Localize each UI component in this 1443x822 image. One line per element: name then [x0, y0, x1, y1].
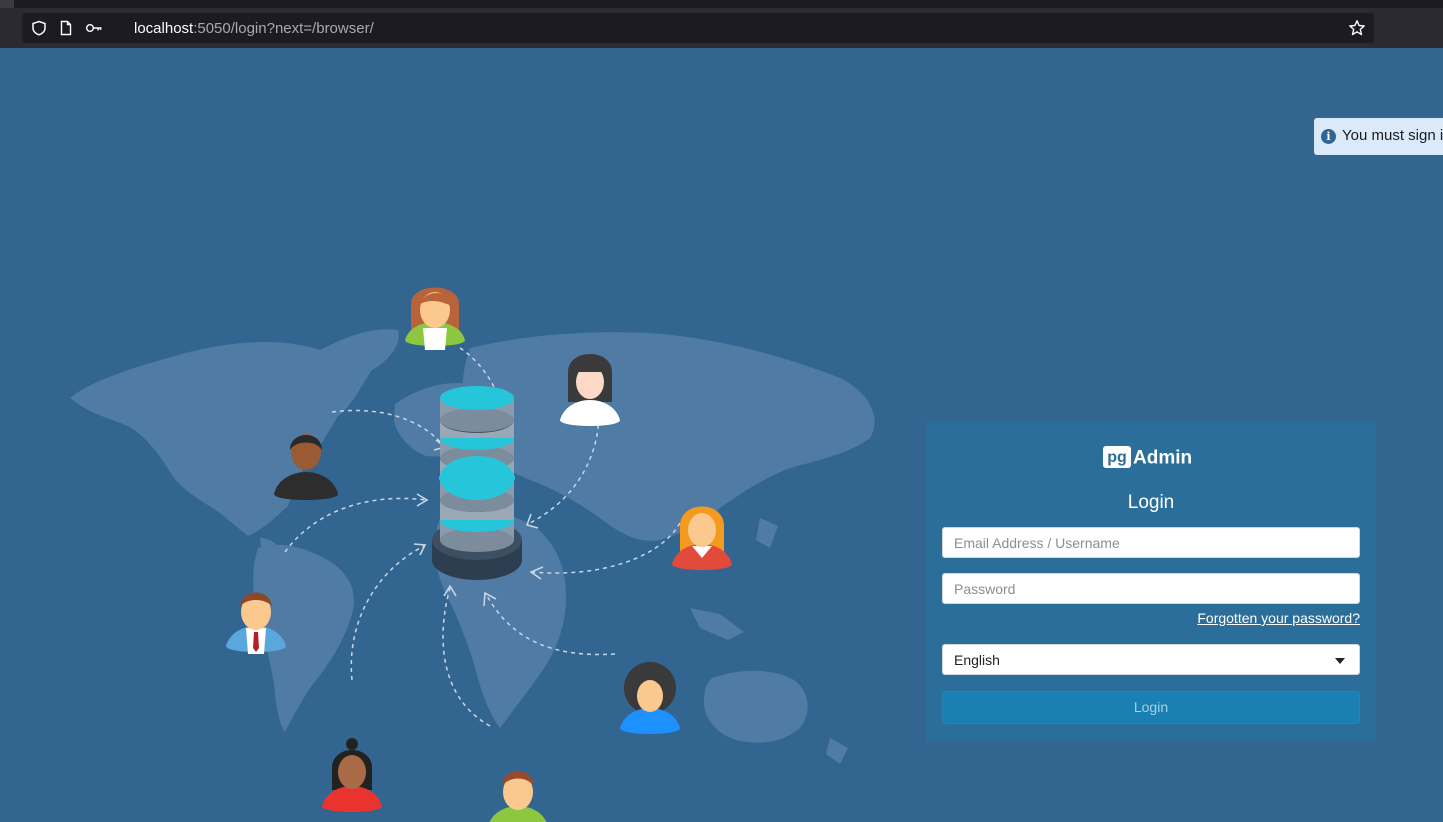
bookmark-star-icon[interactable] — [1348, 19, 1366, 37]
caret-down-icon — [1335, 658, 1345, 664]
user-avatar-woman-north — [405, 287, 465, 350]
info-icon: i — [1321, 129, 1336, 144]
shield-icon[interactable] — [31, 20, 47, 36]
user-avatar-woman-bun — [322, 738, 382, 812]
password-field[interactable] — [942, 573, 1360, 604]
notification-toast[interactable]: i You must sign in to access this page. — [1314, 118, 1443, 155]
page-icon[interactable] — [58, 20, 74, 36]
user-avatar-man-green — [489, 771, 547, 822]
login-panel: pg Admin Login Forgotten your password? … — [926, 421, 1376, 741]
brand-prefix: pg — [1107, 449, 1127, 466]
url-text[interactable]: localhost:5050/login?next=/browser/ — [134, 20, 374, 37]
login-page: i You must sign in to access this page. … — [0, 48, 1443, 822]
browser-toolbar: localhost:5050/login?next=/browser/ — [0, 0, 1443, 48]
pgadmin-logo: pg Admin — [926, 445, 1376, 469]
language-select[interactable]: English — [942, 644, 1360, 675]
language-value: English — [954, 652, 1000, 668]
database-icon — [432, 386, 522, 580]
notification-text: You must sign in to access this page. — [1342, 127, 1443, 144]
forgot-password-link[interactable]: Forgotten your password? — [1197, 610, 1360, 626]
world-map-illustration — [70, 287, 875, 822]
login-title: Login — [1127, 492, 1175, 513]
address-bar[interactable]: localhost:5050/login?next=/browser/ — [22, 13, 1374, 43]
email-field[interactable] — [942, 527, 1360, 558]
login-button[interactable]: Login — [942, 691, 1360, 724]
pgadmin-logo-icon: pg Admin — [1103, 446, 1192, 469]
key-icon[interactable] — [85, 20, 103, 36]
tab-strip — [0, 0, 1443, 8]
brand-name: Admin — [1133, 448, 1192, 469]
user-avatar-afro — [620, 662, 680, 734]
